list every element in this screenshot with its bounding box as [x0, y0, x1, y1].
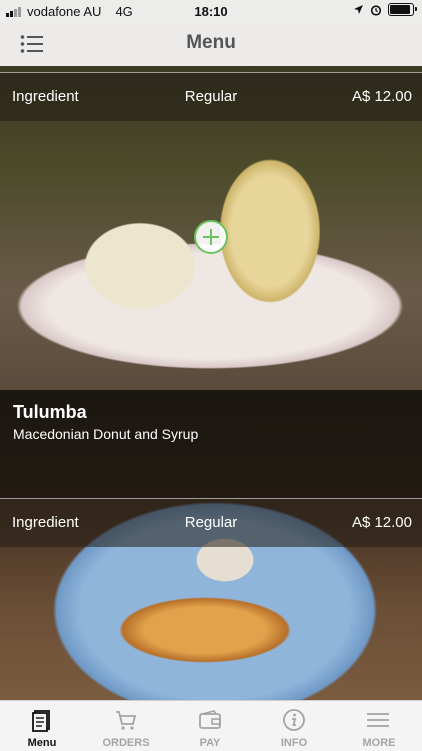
menu-book-icon: [32, 710, 50, 732]
tab-menu[interactable]: Menu: [0, 701, 84, 751]
location-arrow-icon: [354, 5, 363, 14]
status-right: [353, 3, 417, 16]
alarm-icon: [370, 4, 382, 16]
add-button[interactable]: [194, 220, 228, 254]
dish-description: Macedonian Donut and Syrup: [13, 426, 199, 442]
info-icon: [283, 709, 305, 731]
menu-item[interactable]: Ingredient Regular A$ 12.00: [0, 66, 422, 390]
ingredient-bar[interactable]: Ingredient Regular A$ 12.00: [0, 498, 422, 547]
menu-list: Ingredient Regular A$ 12.00 Tulumba Mace…: [0, 66, 422, 700]
nav-bar: Menu: [0, 22, 422, 67]
battery-icon: [388, 3, 417, 16]
more-lines-icon: [367, 713, 389, 727]
menu-item[interactable]: Tulumba Macedonian Donut and Syrup Ingre…: [0, 390, 422, 700]
tab-label: Menu: [27, 737, 57, 749]
tab-label: INFO: [280, 737, 308, 749]
wallet-icon: [199, 710, 221, 729]
tab-label: PAY: [199, 737, 221, 749]
ingredient-bar[interactable]: Ingredient Regular A$ 12.00: [0, 72, 422, 121]
status-bar: vodafone AU 4G 18:10: [0, 0, 422, 22]
tab-info[interactable]: INFO: [252, 701, 336, 751]
tab-more[interactable]: MORE: [336, 701, 422, 751]
tab-label: MORE: [362, 737, 396, 749]
tab-bar: Menu ORDERS PAY INFO MORE: [0, 700, 422, 751]
tab-label: ORDERS: [102, 737, 150, 749]
page-title: Menu: [186, 32, 236, 53]
price-label: A$ 12.00: [351, 88, 412, 105]
price-label: A$ 12.00: [351, 514, 412, 531]
tab-pay[interactable]: PAY: [168, 701, 252, 751]
tab-orders[interactable]: ORDERS: [84, 701, 168, 751]
cart-icon: [116, 711, 137, 730]
dish-name: Tulumba: [13, 402, 87, 422]
